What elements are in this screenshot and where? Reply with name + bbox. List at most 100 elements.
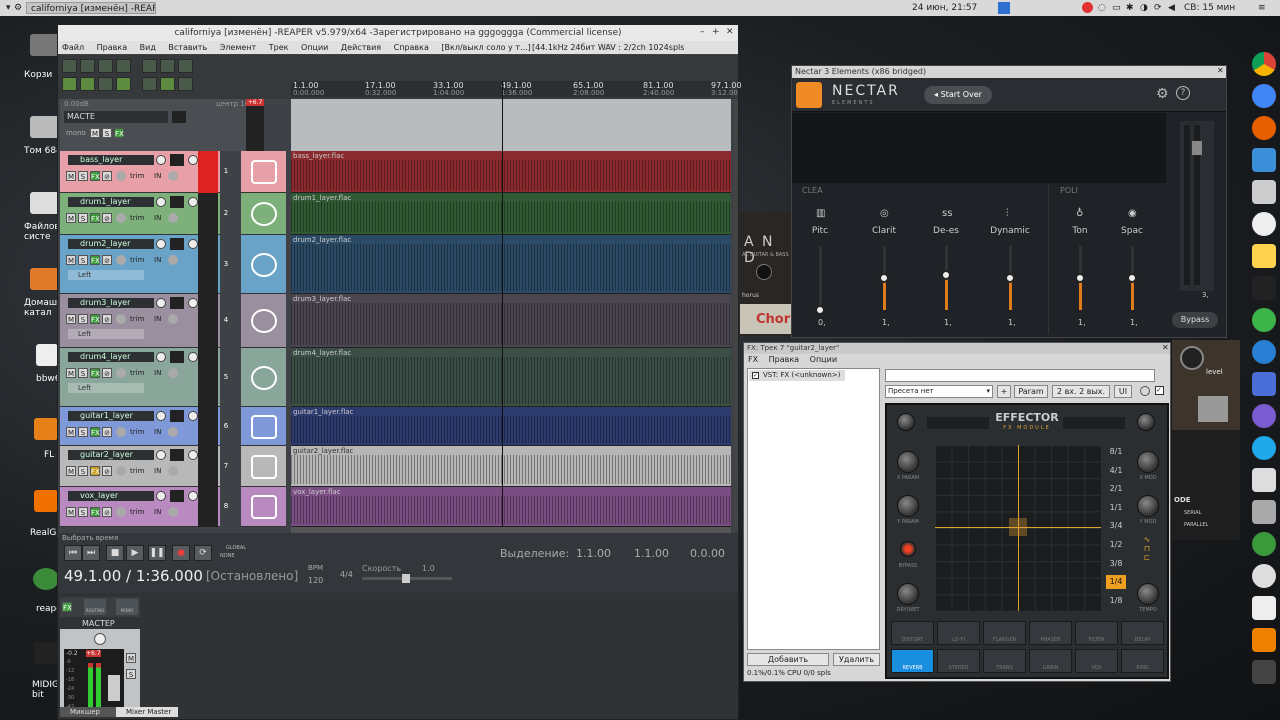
route-button[interactable] [170, 238, 184, 250]
track-name[interactable]: guitar1_layer [68, 411, 154, 421]
input-label[interactable]: IN [154, 369, 161, 377]
monitor-icon[interactable] [168, 466, 178, 476]
fx-button[interactable]: FX [90, 171, 100, 181]
track-header[interactable]: bass_layer M S FX ⊘ trim IN [60, 151, 220, 193]
track-name[interactable]: drum3_layer [68, 298, 154, 308]
monitor-icon[interactable] [168, 314, 178, 324]
effect-tab[interactable]: TRANS [983, 649, 1026, 673]
trim-label[interactable]: trim [130, 214, 144, 222]
solo-button[interactable]: S [78, 427, 88, 437]
rate-slider-handle[interactable] [402, 574, 410, 583]
mute-button[interactable]: M [66, 507, 76, 517]
vertical-scrollbar[interactable] [734, 99, 738, 527]
route-button[interactable] [170, 154, 184, 166]
music-icon[interactable] [1252, 596, 1276, 620]
module-slider[interactable] [819, 246, 822, 310]
module-slider-handle[interactable] [879, 273, 889, 283]
effect-tab[interactable]: VOX [1075, 649, 1118, 673]
solo-button[interactable]: S [78, 171, 88, 181]
repeat-button[interactable]: ⟳ [194, 545, 212, 561]
input-label[interactable]: IN [154, 214, 161, 222]
mod-shape-selector[interactable]: ∿ ⊓ ⊏ [1139, 535, 1155, 575]
app-icon[interactable] [1252, 532, 1276, 556]
selection-length[interactable]: 0.0.00 [690, 547, 725, 560]
track-name[interactable]: drum1_layer [68, 197, 154, 207]
track-lane[interactable]: bass_layer.flac [291, 151, 731, 193]
solo-button[interactable]: S [78, 213, 88, 223]
input-label[interactable]: IN [154, 172, 161, 180]
mono-label[interactable]: mono [66, 129, 86, 137]
track-lane[interactable]: vox_layer.flac [291, 487, 731, 527]
output-fader[interactable] [1192, 141, 1202, 155]
track-header[interactable]: drum2_layer M S FX ⊘ trim IN Left [60, 235, 220, 294]
y-mod-knob[interactable] [1137, 495, 1159, 517]
chrome-icon[interactable] [1252, 52, 1276, 76]
rate-slider[interactable] [362, 574, 452, 583]
waveform[interactable] [291, 455, 731, 484]
save-icon[interactable] [98, 59, 113, 73]
phase-button[interactable]: ⊘ [102, 314, 112, 324]
automation-icon[interactable] [116, 255, 126, 265]
input-mode-select[interactable]: Left [68, 270, 144, 280]
route-button[interactable] [170, 196, 184, 208]
volume-icon[interactable]: ◀ [1168, 2, 1175, 14]
mono-button[interactable]: MONO [116, 599, 138, 615]
effect-tab[interactable]: STEREO [937, 649, 980, 673]
timeline-ruler[interactable]: 1.1.00 0:00.000 17.1.00 0:32.000 33.1.00… [291, 81, 742, 97]
input-label[interactable]: IN [154, 256, 161, 264]
module-label[interactable]: Spac [1112, 226, 1152, 236]
fl-studio-icon[interactable] [34, 418, 58, 440]
xy-pad[interactable] [935, 445, 1101, 611]
input-knob[interactable] [897, 413, 915, 431]
fx-button[interactable]: FX [90, 314, 100, 324]
terminal-icon[interactable] [1252, 276, 1276, 300]
module-label[interactable]: Ton [1060, 226, 1100, 236]
module-slider-handle[interactable] [941, 269, 951, 280]
mixer-mute-button[interactable]: M [126, 653, 136, 663]
minimize-button[interactable]: – [700, 27, 705, 37]
menu-file[interactable]: Файл [62, 43, 84, 52]
trim-label[interactable]: trim [130, 172, 144, 180]
input-label[interactable]: IN [154, 315, 161, 323]
automation-icon[interactable] [116, 507, 126, 517]
route-button[interactable] [170, 449, 184, 461]
taskbar-reaper-button[interactable]: californiya [изменён] -REAPER [26, 2, 156, 14]
automation-icon[interactable] [116, 368, 126, 378]
module-slider-handle[interactable] [815, 305, 825, 315]
pan-knob[interactable] [188, 352, 198, 362]
close-button[interactable]: ✕ [726, 27, 734, 37]
close-button[interactable]: ✕ [1217, 66, 1224, 75]
track-lane[interactable]: drum2_layer.flac [291, 235, 731, 294]
menu-edit[interactable]: Правка [769, 355, 799, 364]
volume-knob[interactable] [156, 491, 166, 501]
files-icon[interactable] [1252, 180, 1276, 204]
track-header[interactable]: drum4_layer M S FX ⊘ trim IN Left [60, 348, 220, 407]
monitor-icon[interactable] [168, 255, 178, 265]
menu-actions[interactable]: Действия [341, 43, 381, 52]
monitor-icon[interactable] [168, 368, 178, 378]
menu-edit[interactable]: Правка [97, 43, 127, 52]
volume-knob[interactable] [156, 197, 166, 207]
automation-icon[interactable] [116, 427, 126, 437]
task-icon[interactable]: ⚙ [14, 2, 22, 14]
mute-button[interactable]: M [66, 466, 76, 476]
mute-button[interactable]: M [66, 368, 76, 378]
track-header[interactable]: drum3_layer M S FX ⊘ trim IN Left [60, 294, 220, 348]
chat-icon[interactable] [1252, 148, 1276, 172]
metronome-icon[interactable] [116, 77, 131, 91]
envelope-icon[interactable] [178, 59, 193, 73]
mixer-solo-button[interactable]: S [126, 669, 136, 679]
open-icon[interactable] [80, 59, 95, 73]
skype-icon[interactable] [1252, 436, 1276, 460]
waveform[interactable] [291, 303, 731, 345]
mute-button[interactable]: M [66, 314, 76, 324]
automation-icon[interactable] [116, 171, 126, 181]
mute-button[interactable]: M [66, 255, 76, 265]
fx-search-field[interactable] [885, 369, 1155, 382]
menu-item[interactable]: Элемент [220, 43, 256, 52]
effect-tab[interactable]: PHASER [1029, 621, 1072, 645]
viber-icon[interactable] [1252, 404, 1276, 428]
route-button[interactable] [170, 410, 184, 422]
fx-enabled-checkbox[interactable]: ✓ [752, 372, 759, 379]
solo-button[interactable]: S [78, 507, 88, 517]
